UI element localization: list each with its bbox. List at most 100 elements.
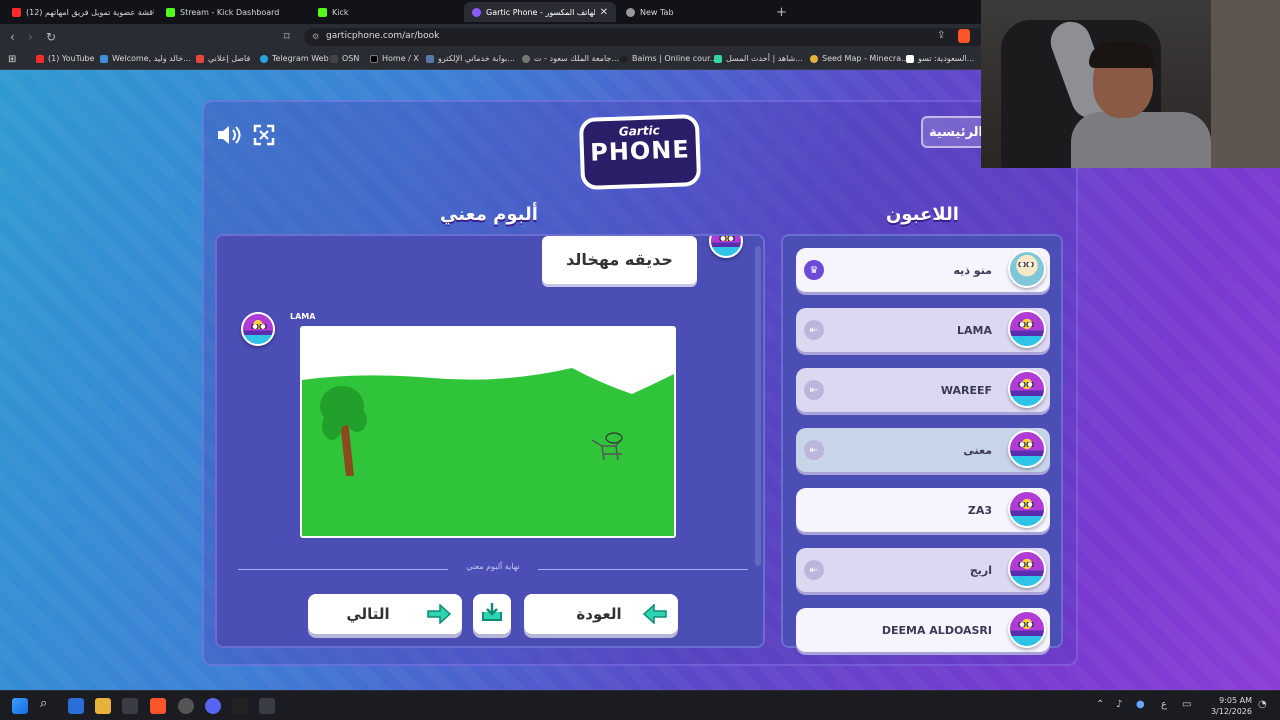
player-row: ♛ منو ذيه bbox=[796, 248, 1050, 292]
bookmark-telegram[interactable]: Telegram Web bbox=[260, 54, 329, 63]
bookmark-services[interactable]: بوابة خدماتي الإلكترو... bbox=[426, 54, 515, 63]
drawing-author-avatar bbox=[241, 312, 275, 346]
tab-gartic-phone[interactable]: Gartic Phone - لعبة الهاتف المكسور ✕ bbox=[464, 2, 616, 22]
app-icon[interactable] bbox=[68, 698, 84, 714]
drawing-canvas bbox=[300, 326, 676, 538]
youtube-icon bbox=[12, 7, 21, 17]
site-icon bbox=[426, 54, 434, 63]
album-title: ألبوم معني bbox=[440, 204, 538, 225]
telegram-icon bbox=[260, 54, 268, 63]
player-row: DEEMA ALDOASRI bbox=[796, 608, 1050, 652]
player-row: ZA3 bbox=[796, 488, 1050, 532]
bookmark-shahid[interactable]: شاهد | أحدث المسل... bbox=[714, 54, 803, 63]
player-avatar bbox=[1008, 550, 1046, 588]
kick-player-icon[interactable]: ⇤ bbox=[804, 560, 824, 580]
prompt-bubble: حديقه مهخالد bbox=[542, 236, 697, 284]
windows-start-icon[interactable] bbox=[12, 698, 28, 714]
tab-youtube[interactable]: (12) عاجل مناقشة عضوية تمويل فريق امهاته… bbox=[4, 2, 154, 22]
network-icon[interactable]: ▭ bbox=[1182, 699, 1191, 710]
windows-taskbar: ⌕ ⌃ ♪ ● ع ▭ 9:05 AM 3/12/2026 ◔ bbox=[0, 690, 1280, 720]
back-icon[interactable]: ‹ bbox=[10, 30, 15, 44]
close-tab-icon[interactable]: ✕ bbox=[600, 7, 608, 18]
bookmark-saudi[interactable]: السعودية: تسو... bbox=[906, 54, 974, 63]
player-avatar bbox=[1008, 610, 1046, 648]
crown-icon: ♛ bbox=[804, 260, 824, 280]
player-row: ⇤ WAREEF bbox=[796, 368, 1050, 412]
bookmark-welcome[interactable]: Welcome, خالد وليد... bbox=[100, 54, 191, 63]
kick-player-icon[interactable]: ⇤ bbox=[804, 440, 824, 460]
discord-icon[interactable] bbox=[205, 698, 221, 714]
brave-shield-icon[interactable] bbox=[958, 29, 970, 43]
steam-icon[interactable] bbox=[122, 698, 138, 714]
osn-icon bbox=[330, 54, 338, 63]
tab-kick[interactable]: Kick bbox=[310, 2, 460, 22]
bookmark-baims[interactable]: Baims | Online cour... bbox=[620, 54, 717, 63]
youtube-icon bbox=[36, 54, 44, 63]
site-icon bbox=[810, 54, 818, 63]
folder-icon[interactable] bbox=[95, 698, 111, 714]
search-icon[interactable]: ⌕ bbox=[40, 696, 56, 712]
speaker-icon[interactable]: ♪ bbox=[1116, 699, 1122, 710]
fullscreen-icon[interactable] bbox=[251, 122, 277, 148]
bookmark-ads[interactable]: فاصل إعلاني bbox=[196, 54, 250, 63]
kick-player-icon[interactable]: ⇤ bbox=[804, 380, 824, 400]
player-row: ⇤ اريج bbox=[796, 548, 1050, 592]
reload-icon[interactable]: ↻ bbox=[46, 30, 56, 44]
player-avatar bbox=[1008, 250, 1046, 288]
bookmark-x[interactable]: Home / X bbox=[370, 54, 419, 63]
site-icon bbox=[196, 54, 204, 63]
steam-icon[interactable] bbox=[259, 698, 275, 714]
volume-icon[interactable] bbox=[216, 122, 242, 148]
brave-icon[interactable] bbox=[150, 698, 166, 714]
player-avatar bbox=[1008, 490, 1046, 528]
tab-new-tab[interactable]: New Tab bbox=[618, 2, 768, 22]
drawing-image bbox=[302, 368, 674, 536]
mic-icon[interactable]: ● bbox=[1136, 699, 1145, 710]
bookmark-icon[interactable]: ⌑ bbox=[284, 30, 290, 43]
kick-player-icon[interactable]: ⇤ bbox=[804, 320, 824, 340]
bookmark-youtube[interactable]: (1) YouTube bbox=[36, 54, 94, 63]
x-icon bbox=[370, 54, 378, 63]
player-row: ⇤ LAMA bbox=[796, 308, 1050, 352]
gartic-icon bbox=[472, 7, 481, 17]
site-icon bbox=[100, 54, 108, 63]
site-icon bbox=[714, 54, 722, 63]
album-scrollbar[interactable] bbox=[755, 246, 761, 566]
webcam-overlay bbox=[981, 0, 1280, 168]
player-row: ⇤ معنى bbox=[796, 428, 1050, 472]
bookmark-seedmap[interactable]: Seed Map - Minecra... bbox=[810, 54, 909, 63]
back-button[interactable]: العودة bbox=[524, 594, 678, 634]
download-icon bbox=[481, 602, 503, 626]
tab-kick-dashboard[interactable]: Stream - Kick Dashboard bbox=[158, 2, 308, 22]
tray-chevron-icon[interactable]: ⌃ bbox=[1096, 699, 1104, 710]
player-avatar bbox=[1008, 370, 1046, 408]
site-icon bbox=[620, 54, 628, 63]
notification-icon[interactable]: ◔ bbox=[1258, 699, 1267, 710]
arrow-left-icon bbox=[642, 603, 668, 625]
site-icon bbox=[906, 54, 914, 63]
kick-icon bbox=[166, 7, 175, 17]
end-of-album-divider: نهاية ألبوم معني bbox=[238, 562, 748, 576]
forward-icon[interactable]: › bbox=[28, 30, 33, 44]
language-indicator[interactable]: ع bbox=[1161, 699, 1167, 710]
apps-grid-icon[interactable]: ⊞ bbox=[8, 54, 16, 65]
new-tab-icon[interactable]: + bbox=[776, 5, 787, 20]
player-avatar bbox=[1008, 430, 1046, 468]
bookmark-ksu[interactable]: جامعة الملك سعود - ت... bbox=[522, 54, 619, 63]
clock[interactable]: 9:05 AM 3/12/2026 bbox=[1211, 695, 1252, 717]
site-info-icon[interactable]: ⚙ bbox=[312, 32, 319, 41]
player-avatar bbox=[1008, 310, 1046, 348]
share-icon[interactable]: ⇪ bbox=[937, 30, 945, 41]
app-icon[interactable] bbox=[232, 698, 248, 714]
arrow-right-icon bbox=[426, 603, 452, 625]
download-button[interactable] bbox=[473, 594, 511, 634]
drawing-author-name: LAMA bbox=[290, 312, 316, 321]
gartic-phone-logo: Gartic PHONE bbox=[578, 113, 702, 191]
prompt-author-avatar bbox=[709, 236, 743, 258]
url-field[interactable]: ⚙ garticphone.com/ar/book bbox=[304, 28, 984, 46]
bookmark-osn[interactable]: OSN bbox=[330, 54, 359, 63]
globe-icon bbox=[522, 54, 530, 63]
brave-icon bbox=[626, 7, 635, 17]
app-icon[interactable] bbox=[178, 698, 194, 714]
next-button[interactable]: التالي bbox=[308, 594, 462, 634]
